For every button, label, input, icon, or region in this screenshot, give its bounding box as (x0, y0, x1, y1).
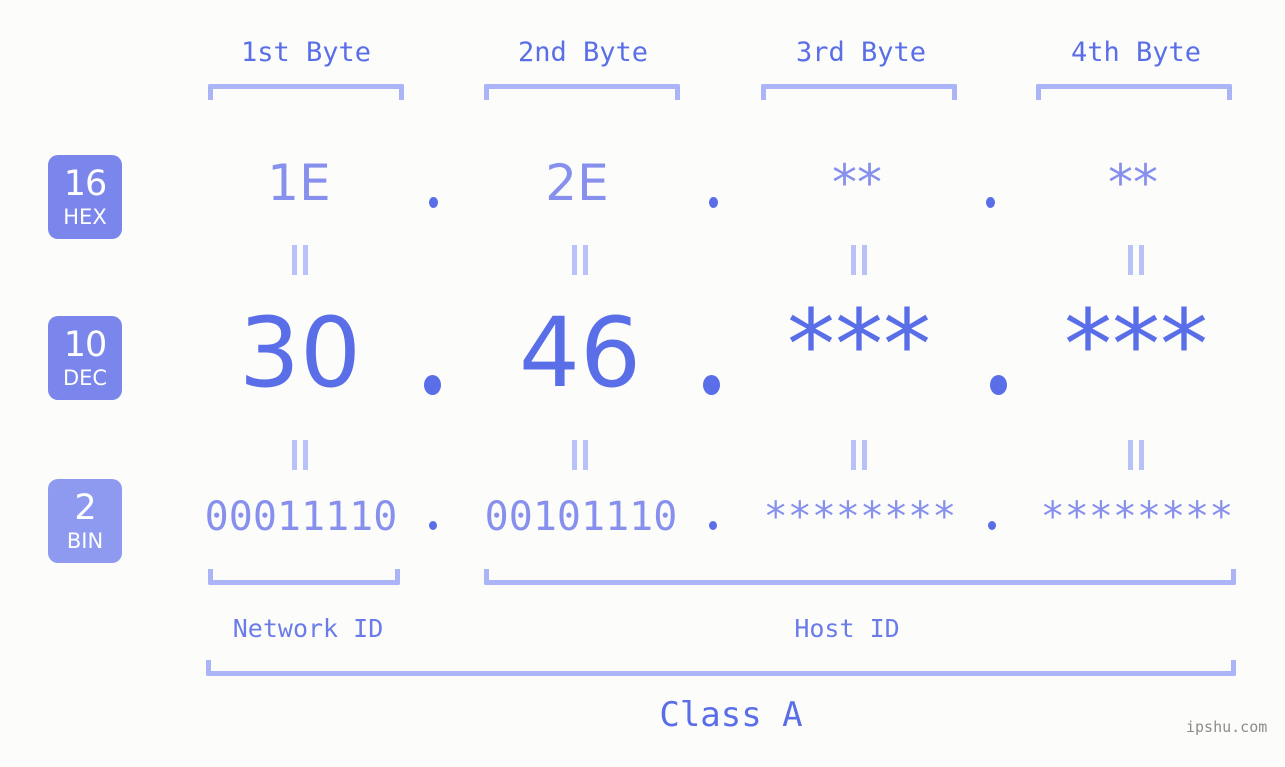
byte-bracket-top-3 (761, 84, 957, 100)
bin-byte-1: 00011110 (204, 494, 398, 540)
hex-separator-dot-2 (709, 197, 718, 208)
bin-separator-dot-2 (709, 521, 717, 530)
byte-header-2: 2nd Byte (517, 37, 649, 68)
class-bracket (206, 660, 1236, 676)
network-id-bracket (208, 569, 400, 585)
badge-bin-name: BIN (66, 528, 104, 553)
hex-byte-1: 1E (267, 154, 331, 212)
badge-dec-number: 10 (63, 324, 108, 365)
byte-bracket-top-1 (208, 84, 404, 100)
class-label: Class A (659, 695, 803, 735)
dec-separator-dot-1 (424, 375, 441, 395)
badge-dec-name: DEC (62, 365, 108, 390)
byte-bracket-top-4 (1036, 84, 1232, 100)
bin-separator-dot-1 (429, 521, 437, 530)
equals-icon-dec-bin-4 (1127, 440, 1145, 470)
dec-separator-dot-2 (703, 375, 720, 395)
hex-separator-dot-1 (429, 197, 438, 208)
bin-separator-dot-3 (988, 521, 996, 530)
dec-byte-3: *** (787, 289, 931, 401)
hex-separator-dot-3 (986, 197, 995, 208)
badge-bin: 2 BIN (48, 479, 122, 563)
host-id-label: Host ID (794, 614, 900, 643)
byte-header-1: 1st Byte (240, 37, 372, 68)
hex-byte-2: 2E (545, 154, 609, 212)
site-watermark: ipshu.com (1186, 718, 1268, 736)
equals-icon-dec-bin-2 (571, 440, 589, 470)
equals-icon-dec-bin-3 (850, 440, 868, 470)
host-id-bracket (484, 569, 1236, 585)
bin-byte-2: 00101110 (484, 494, 678, 540)
ip-address-breakdown-diagram: 1st Byte 2nd Byte 3rd Byte 4th Byte 16 H… (0, 0, 1285, 767)
badge-hex-name: HEX (63, 204, 107, 229)
equals-icon-hex-dec-1 (291, 245, 309, 275)
dec-byte-2: 46 (518, 297, 642, 409)
dec-separator-dot-3 (990, 375, 1007, 395)
badge-dec: 10 DEC (48, 316, 122, 400)
equals-icon-hex-dec-3 (850, 245, 868, 275)
dec-byte-4: *** (1064, 289, 1208, 401)
equals-icon-hex-dec-4 (1127, 245, 1145, 275)
badge-hex-number: 16 (63, 163, 108, 204)
badge-bin-number: 2 (74, 487, 96, 528)
hex-byte-3: ** (832, 154, 882, 212)
badge-hex: 16 HEX (48, 155, 122, 239)
network-id-label: Network ID (232, 614, 384, 643)
byte-header-3: 3rd Byte (795, 37, 927, 68)
hex-byte-4: ** (1108, 154, 1158, 212)
dec-byte-1: 30 (238, 297, 362, 409)
equals-icon-dec-bin-1 (291, 440, 309, 470)
bin-byte-3: ******** (763, 494, 957, 540)
equals-icon-hex-dec-2 (571, 245, 589, 275)
bin-byte-4: ******** (1040, 494, 1234, 540)
byte-header-4: 4th Byte (1070, 37, 1202, 68)
byte-bracket-top-2 (484, 84, 680, 100)
